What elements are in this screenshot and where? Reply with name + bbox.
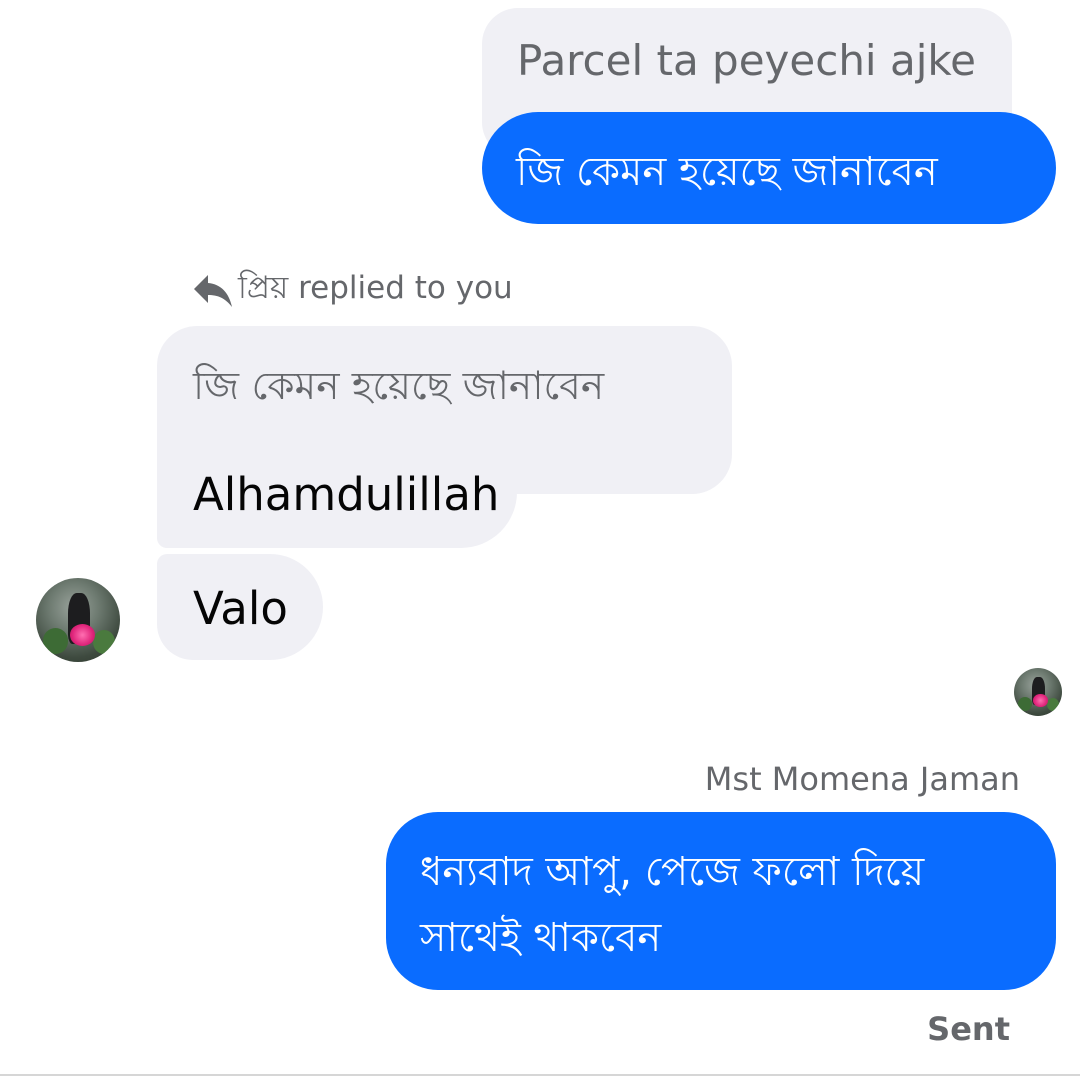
sender-name-label: Mst Momena Jaman <box>704 760 1020 798</box>
sent-message-text-line-2: সাথেই থাকবেন <box>420 915 662 961</box>
reply-header-text: প্রিয় replied to you <box>238 270 513 306</box>
quoted-message-text: Parcel ta peyechi ajke <box>517 36 977 85</box>
divider <box>0 1074 1080 1076</box>
reply-arrow-icon <box>192 271 234 309</box>
seen-avatar <box>1014 668 1062 716</box>
reply-indicator: প্রিয় replied to you <box>192 268 513 312</box>
message-status: Sent <box>927 1010 1010 1048</box>
quoted-reply-text: জি কেমন হয়েছে জানাবেন <box>193 364 605 409</box>
received-message-text: Valo <box>193 582 288 635</box>
received-message-text: Alhamdulillah <box>193 468 500 521</box>
sent-message-text-line-1: ধন্যবাদ আপু, পেজে ফলো দিয়ে <box>420 849 925 895</box>
sent-message-text: জি কেমন হয়েছে জানাবেন <box>516 149 938 195</box>
contact-avatar[interactable] <box>36 578 120 662</box>
